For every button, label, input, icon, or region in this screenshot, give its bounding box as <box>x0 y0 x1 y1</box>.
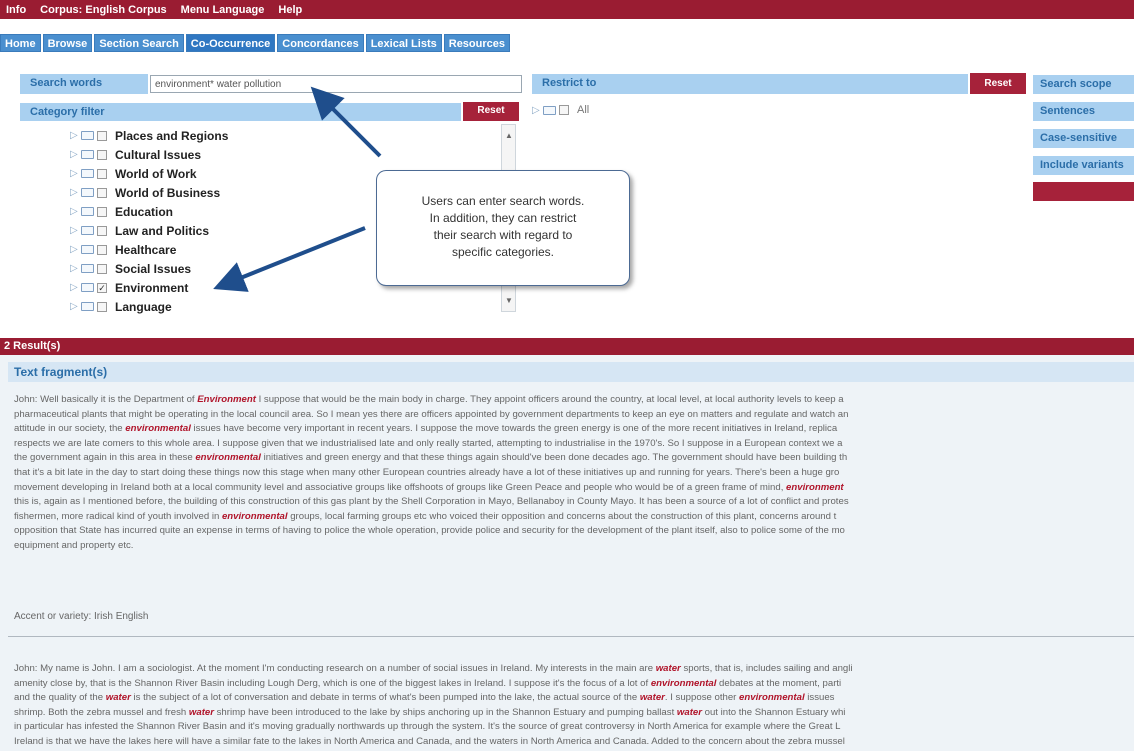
annotation-callout: Users can enter search words. In additio… <box>376 170 630 286</box>
fragment-text: groups, local farming groups etc who voi… <box>287 510 837 522</box>
fragment-line: movement developing in Ireland both at a… <box>14 481 1134 496</box>
fragment-text: John: My name is John. I am a sociologis… <box>14 663 656 674</box>
fragment-text: initiatives and green energy and that th… <box>260 452 848 464</box>
fragment-text: and the quality of the <box>14 692 106 704</box>
results-divider <box>8 636 1134 637</box>
fragment-text: in particular has infested the Shannon R… <box>14 721 841 733</box>
fragment-2: John: My name is John. I am a sociologis… <box>14 662 1134 751</box>
callout-line-1: Users can enter search words. <box>421 194 585 208</box>
fragment-text: pharmaceutical plants that might be oper… <box>14 408 849 420</box>
highlighted-term: water <box>655 663 681 674</box>
highlighted-term: water <box>188 706 214 718</box>
fragment-text: equipment and property etc. <box>14 539 134 551</box>
fragment-line: opposition that State has incurred quite… <box>14 524 1134 539</box>
accent-label: Accent or variety: Irish English <box>14 611 149 622</box>
highlighted-term: environmental <box>221 510 288 522</box>
fragment-line: pharmaceutical plants that might be oper… <box>14 408 1134 423</box>
fragment-line: Ireland is that we have the lakes here w… <box>14 735 1134 750</box>
fragment-text: movement developing in Ireland both at a… <box>14 481 787 493</box>
fragment-line: attitude in our society, the environment… <box>14 422 1134 437</box>
fragment-text: debates at the moment, parti <box>716 677 842 689</box>
fragment-line: respects we are late comers to this whol… <box>14 437 1134 452</box>
highlighted-term: water <box>639 692 665 704</box>
fragment-text: amenity close by, that is the Shannon Ri… <box>14 677 651 689</box>
fragment-line: equipment and property etc. <box>14 539 1134 554</box>
highlighted-term: environment <box>786 481 844 493</box>
fragment-line: fishermen, more radical kind of youth in… <box>14 510 1134 525</box>
fragment-text: respects we are late comers to this whol… <box>14 437 843 449</box>
fragment-line: John: Well basically it is the Departmen… <box>14 393 1134 408</box>
fragment-text: shrimp have been introduced to the lake … <box>213 706 677 718</box>
fragment-line: and the quality of the water is the subj… <box>14 691 1134 706</box>
fragment-text: I suppose that would be the main body in… <box>255 394 844 405</box>
fragment-text: sports, that is, includes sailing and an… <box>680 663 853 674</box>
fragment-text: attitude in our society, the <box>14 423 126 435</box>
results-count-bar: 2 Result(s) <box>0 338 1134 355</box>
highlighted-term: Environment <box>197 394 256 405</box>
fragment-line: John: My name is John. I am a sociologis… <box>14 662 1134 677</box>
highlighted-term: environmental <box>650 677 717 689</box>
fragment-text: is the subject of a lot of conversation … <box>130 692 640 704</box>
fragment-line: this is, again as I mentioned before, th… <box>14 495 1134 510</box>
fragment-text: John: Well basically it is the Departmen… <box>14 394 198 405</box>
callout-line-2: In addition, they can restrict <box>429 211 577 225</box>
highlighted-term: water <box>105 692 131 704</box>
callout-line-4: specific categories. <box>451 245 555 259</box>
fragment-line: shrimp. Both the zebra mussel and fresh … <box>14 706 1134 721</box>
fragment-line: that it's a bit late in the day to start… <box>14 466 1134 481</box>
fragment-text: Ireland is that we have the lakes here w… <box>14 735 845 747</box>
arrow-to-environment <box>213 226 366 292</box>
highlighted-term: environmental <box>739 692 805 704</box>
arrow-to-search <box>310 86 382 158</box>
text-fragments-header: Text fragment(s) <box>8 362 1134 382</box>
fragment-text: that it's a bit late in the day to start… <box>14 466 840 478</box>
fragment-text: this is, again as I mentioned before, th… <box>14 496 849 508</box>
highlighted-term: water <box>676 706 702 718</box>
fragment-line: in particular has infested the Shannon R… <box>14 720 1134 735</box>
fragment-text: fishermen, more radical kind of youth in… <box>14 510 222 522</box>
highlighted-term: environmental <box>195 452 261 464</box>
callout-line-3: their search with regard to <box>433 228 573 242</box>
highlighted-term: environmental <box>125 423 191 435</box>
fragment-line: the government again in this area in the… <box>14 451 1134 466</box>
fragment-text: out into the Shannon Estuary whi <box>701 706 846 718</box>
fragment-1: John: Well basically it is the Departmen… <box>14 393 1134 554</box>
fragment-text: . I suppose other <box>664 692 740 704</box>
fragment-text: issues <box>804 692 835 704</box>
fragment-text: shrimp. Both the zebra mussel and fresh <box>14 706 189 718</box>
fragment-text: the government again in this area in the… <box>14 452 196 464</box>
fragment-text: issues have become very important in rec… <box>190 423 838 435</box>
fragment-text: opposition that State has incurred quite… <box>14 525 845 537</box>
fragment-line: amenity close by, that is the Shannon Ri… <box>14 677 1134 692</box>
